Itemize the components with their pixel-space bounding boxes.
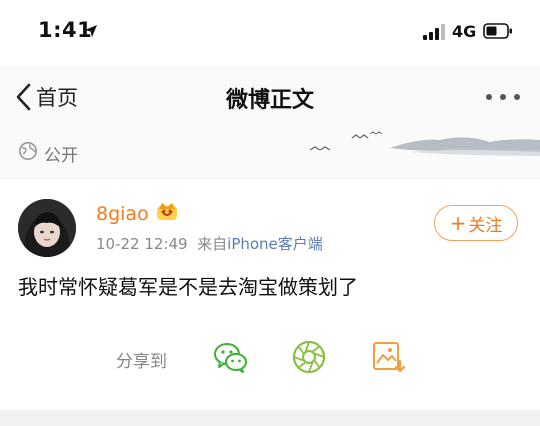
post-date: 10-22 12:49	[96, 235, 188, 253]
save-image-icon[interactable]	[371, 339, 407, 375]
post-text: 我时常怀疑葛军是不是去淘宝做策划了	[18, 275, 358, 299]
post-source-prefix: 来自	[197, 235, 228, 253]
page-title: 微博正文	[225, 88, 314, 113]
post-source[interactable]: iPhone客户端	[227, 235, 323, 253]
username[interactable]: 8giao	[96, 203, 149, 225]
battery-icon	[483, 23, 512, 39]
network-type: 4G	[452, 22, 477, 41]
vip-crown-icon	[157, 203, 177, 220]
avatar[interactable]	[18, 199, 76, 257]
plus-icon: +	[449, 211, 467, 235]
post-card: 8giao 10-22 12:49 来自iPhone客户端 + 关注 我时常怀疑…	[0, 178, 540, 411]
navigation-bar: 首页 微博正文	[0, 66, 540, 129]
globe-icon	[19, 142, 37, 160]
wechat-icon[interactable]	[212, 339, 248, 375]
location-arrow-icon	[85, 25, 97, 37]
signal-bars-icon	[423, 24, 445, 40]
visibility-label: 公开	[44, 146, 78, 166]
follow-button[interactable]: + 关注	[434, 205, 518, 241]
landscape-decoration	[309, 131, 540, 156]
more-dots-icon[interactable]	[484, 94, 524, 104]
bottom-divider	[0, 410, 540, 426]
share-label: 分享到	[116, 352, 167, 372]
follow-label: 关注	[468, 215, 503, 236]
moments-icon[interactable]	[291, 339, 327, 375]
post-meta: 10-22 12:49 来自iPhone客户端	[96, 233, 323, 254]
